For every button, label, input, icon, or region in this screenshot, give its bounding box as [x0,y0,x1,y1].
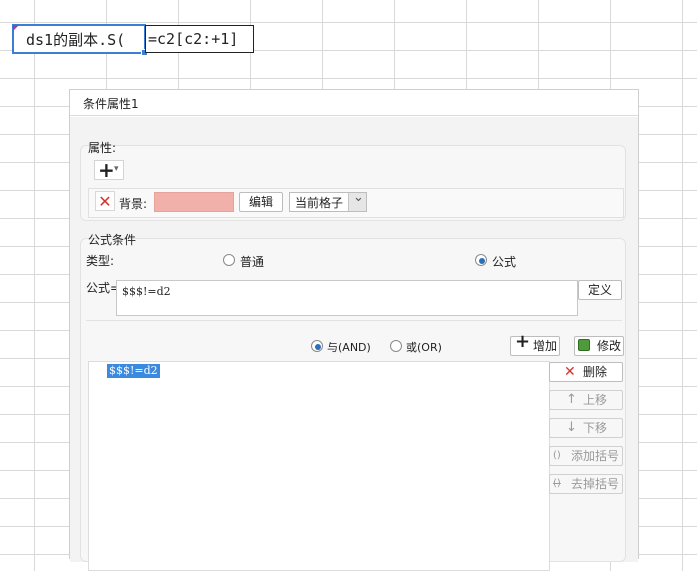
modify-icon [578,339,590,351]
logic-option-and-label: 与(AND) [327,341,371,354]
active-cell[interactable]: ds1的副本.S( [12,24,148,56]
modify-condition-button[interactable]: 修改 [574,336,624,356]
move-down-label: 下移 [583,421,608,435]
adjacent-cell-text: =c2[c2:+1] [148,30,239,48]
logic-option-or-label: 或(OR) [406,341,442,354]
dialog-title: 条件属性1 [70,90,638,116]
attribute-section-label: 属性: [88,141,117,155]
type-label: 类型: [86,254,115,268]
formula-section-label: 公式条件 [88,233,137,247]
background-label: 背景: [119,197,148,211]
delete-condition-label: 删除 [583,365,608,379]
scope-select[interactable]: 当前格子 ⌄ [289,190,367,212]
move-up-label: 上移 [583,393,608,407]
add-attribute-button[interactable]: + ▾ [94,158,124,182]
radio-formula[interactable] [475,254,487,266]
formula-input-text: $$$!=d2 [122,285,171,298]
delete-attribute-icon[interactable]: ✕ [95,191,115,211]
type-option-formula-label: 公式 [492,255,517,269]
scope-dropdown-arrow[interactable]: ⌄ [348,190,366,211]
condition-list[interactable]: $$$!=d2 [88,361,550,571]
remove-bracket-icon: () [553,478,561,489]
add-bracket-button[interactable]: () 添加括号 [549,446,623,466]
logic-option-or[interactable]: 或(OR) [390,339,460,355]
scope-select-value: 当前格子 [295,196,344,210]
radio-or[interactable] [390,340,402,352]
dialog-body: 属性: + ▾ ✕ 背景: 编辑 当前格子 ⌄ 公式条件 类型: 普通 公式 公… [70,117,638,571]
divider-line [86,320,622,321]
add-condition-button[interactable]: + 增加 [510,331,560,356]
radio-normal[interactable] [223,254,235,266]
chevron-down-icon: ▾ [114,164,119,174]
move-down-button[interactable]: ↓ 下移 [549,418,623,438]
adjacent-cell[interactable]: =c2[c2:+1] [145,25,254,53]
modify-condition-label: 修改 [597,339,622,353]
edit-background-button[interactable]: 编辑 [239,192,283,212]
chevron-down-icon: ⌄ [353,190,364,205]
type-option-normal-label: 普通 [240,255,265,269]
delete-icon: ✕ [564,364,576,380]
type-option-normal[interactable]: 普通 [223,253,303,269]
add-bracket-label: 添加括号 [571,449,620,463]
condition-attribute-dialog: 条件属性1 属性: + ▾ ✕ 背景: 编辑 当前格子 ⌄ 公式条件 类型: 普… [69,89,639,571]
formula-label: 公式= [86,281,121,295]
move-up-button[interactable]: ↑ 上移 [549,390,623,410]
condition-list-item[interactable]: $$$!=d2 [107,364,160,378]
arrow-down-icon: ↓ [566,420,577,435]
comment-marker-icon [13,25,19,31]
remove-bracket-button[interactable]: () 去掉括号 [549,474,623,494]
active-cell-text: ds1的副本.S( [26,31,126,49]
type-option-formula[interactable]: 公式 [475,253,555,269]
remove-bracket-label: 去掉括号 [571,477,620,491]
bracket-icon: () [553,450,561,461]
background-color-swatch[interactable] [154,192,234,212]
formula-input[interactable]: $$$!=d2 [116,280,578,316]
add-condition-label: 增加 [533,339,558,353]
arrow-up-icon: ↑ [566,392,577,407]
plus-icon: + [98,158,115,182]
radio-and[interactable] [311,340,323,352]
background-attribute-row: ✕ 背景: 编辑 当前格子 ⌄ [88,188,624,218]
plus-icon: + [515,331,531,352]
logic-option-and[interactable]: 与(AND) [311,339,381,355]
define-button[interactable]: 定义 [578,280,622,300]
delete-condition-button[interactable]: ✕ 删除 [549,362,623,382]
